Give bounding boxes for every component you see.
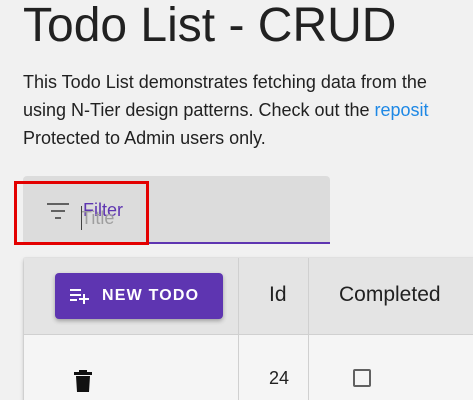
new-todo-button-label: NEW TODO xyxy=(102,287,200,304)
repository-link[interactable]: reposit xyxy=(375,100,429,120)
text-caret xyxy=(81,206,82,230)
row-actions-cell xyxy=(24,334,239,400)
row-completed-cell xyxy=(309,334,473,400)
filter-field[interactable]: Filter xyxy=(23,176,330,244)
page-intro: This Todo List demonstrates fetching dat… xyxy=(23,68,429,152)
delete-icon[interactable] xyxy=(74,370,92,392)
header-cell-actions: NEW TODO xyxy=(24,258,239,334)
todo-page: Todo List - CRUD This Todo List demonstr… xyxy=(0,0,473,400)
filter-input[interactable] xyxy=(81,206,301,230)
intro-line-1: This Todo List demonstrates fetching dat… xyxy=(23,72,427,92)
table-header: NEW TODO Id Completed xyxy=(24,258,473,335)
intro-line-2: using N-Tier design patterns. Check out … xyxy=(23,96,429,124)
playlist-add-icon xyxy=(70,289,89,304)
intro-line-2-text: using N-Tier design patterns. Check out … xyxy=(23,100,375,120)
header-cell-id[interactable]: Id xyxy=(239,258,309,334)
todo-table: NEW TODO Id Completed 24 xyxy=(24,258,473,400)
header-id-label: Id xyxy=(269,283,287,306)
filter-list-icon xyxy=(47,203,69,219)
completed-checkbox[interactable] xyxy=(353,369,371,387)
row-id-cell: 24 xyxy=(239,334,309,400)
header-cell-completed[interactable]: Completed xyxy=(309,258,473,334)
row-id-value: 24 xyxy=(269,368,290,388)
new-todo-button[interactable]: NEW TODO xyxy=(55,273,223,319)
header-completed-label: Completed xyxy=(339,283,441,306)
intro-line-3: Protected to Admin users only. xyxy=(23,128,266,148)
page-title: Todo List - CRUD xyxy=(23,0,397,52)
